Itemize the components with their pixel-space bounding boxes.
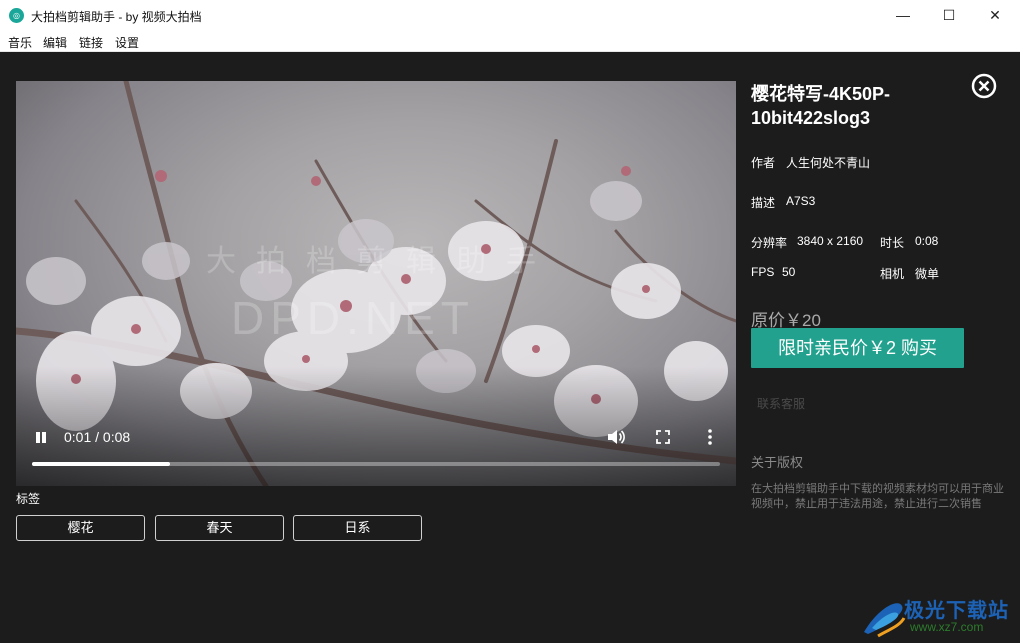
maximize-button[interactable]: ☐ <box>926 0 972 31</box>
volume-icon[interactable] <box>606 428 626 446</box>
tag-button[interactable]: 日系 <box>293 515 422 541</box>
resolution-value: 3840 x 2160 <box>797 234 864 248</box>
minimize-button[interactable]: — <box>880 0 926 31</box>
close-panel-icon[interactable] <box>970 72 998 100</box>
main-content: 大拍档剪辑助手 DPD.NET 0:01 / 0:08 标签 樱花 春天 日系 … <box>0 52 1020 643</box>
more-options-icon[interactable] <box>707 428 713 446</box>
watermark-cn: 大拍档剪辑助手 <box>206 245 556 278</box>
author-value: 人生何处不青山 <box>786 156 871 170</box>
menu-link[interactable]: 链接 <box>79 34 103 51</box>
tag-button[interactable]: 樱花 <box>16 515 145 541</box>
pause-button[interactable] <box>34 430 48 446</box>
fps-label: FPS <box>751 265 775 279</box>
brand-name: 极光下载站 <box>904 600 1009 622</box>
fps-value: 50 <box>782 265 796 279</box>
tag-button[interactable]: 春天 <box>155 515 284 541</box>
contact-support-link[interactable]: 联系客服 <box>757 395 805 412</box>
playback-time: 0:01 / 0:08 <box>64 429 131 445</box>
camera-label: 相机 <box>880 267 905 281</box>
film-reel-icon: ◎ <box>9 8 24 23</box>
progress-fill <box>32 462 170 466</box>
author-label: 作者 <box>751 156 776 170</box>
duration-label: 时长 <box>880 236 905 250</box>
video-player[interactable]: 大拍档剪辑助手 DPD.NET 0:01 / 0:08 <box>16 81 736 486</box>
watermark-en: DPD.NET <box>231 292 475 344</box>
close-window-button[interactable]: ✕ <box>972 0 1018 31</box>
duration-value: 0:08 <box>915 234 939 248</box>
buy-button[interactable]: 限时亲民价￥2 购买 <box>751 328 964 368</box>
copyright-text: 在大拍档剪辑助手中下载的视频素材均可以用于商业视频中，禁止用于违法用途，禁止进行… <box>751 483 1004 510</box>
menu-settings[interactable]: 设置 <box>115 34 139 51</box>
desc-value: A7S3 <box>786 194 816 208</box>
window-title: 大拍档剪辑助手 - by 视频大拍档 <box>31 10 202 24</box>
controls-shade <box>16 366 736 486</box>
title-bar: ◎ 大拍档剪辑助手 - by 视频大拍档 — ☐ ✕ <box>0 0 1020 31</box>
copyright-heading: 关于版权 <box>751 455 804 470</box>
brand-url: www.xz7.com <box>910 620 984 634</box>
camera-value: 微单 <box>915 267 940 281</box>
menu-bar: 音乐 编辑 链接 设置 <box>0 31 1020 52</box>
resolution-label: 分辨率 <box>751 236 788 250</box>
fullscreen-icon[interactable] <box>656 430 670 444</box>
tags-label: 标签 <box>16 492 41 506</box>
progress-bar[interactable] <box>32 462 720 466</box>
menu-edit[interactable]: 编辑 <box>43 34 67 51</box>
video-title: 樱花特写-4K50P-10bit422slog3 <box>751 84 891 128</box>
desc-label: 描述 <box>751 196 776 210</box>
menu-music[interactable]: 音乐 <box>8 34 32 51</box>
